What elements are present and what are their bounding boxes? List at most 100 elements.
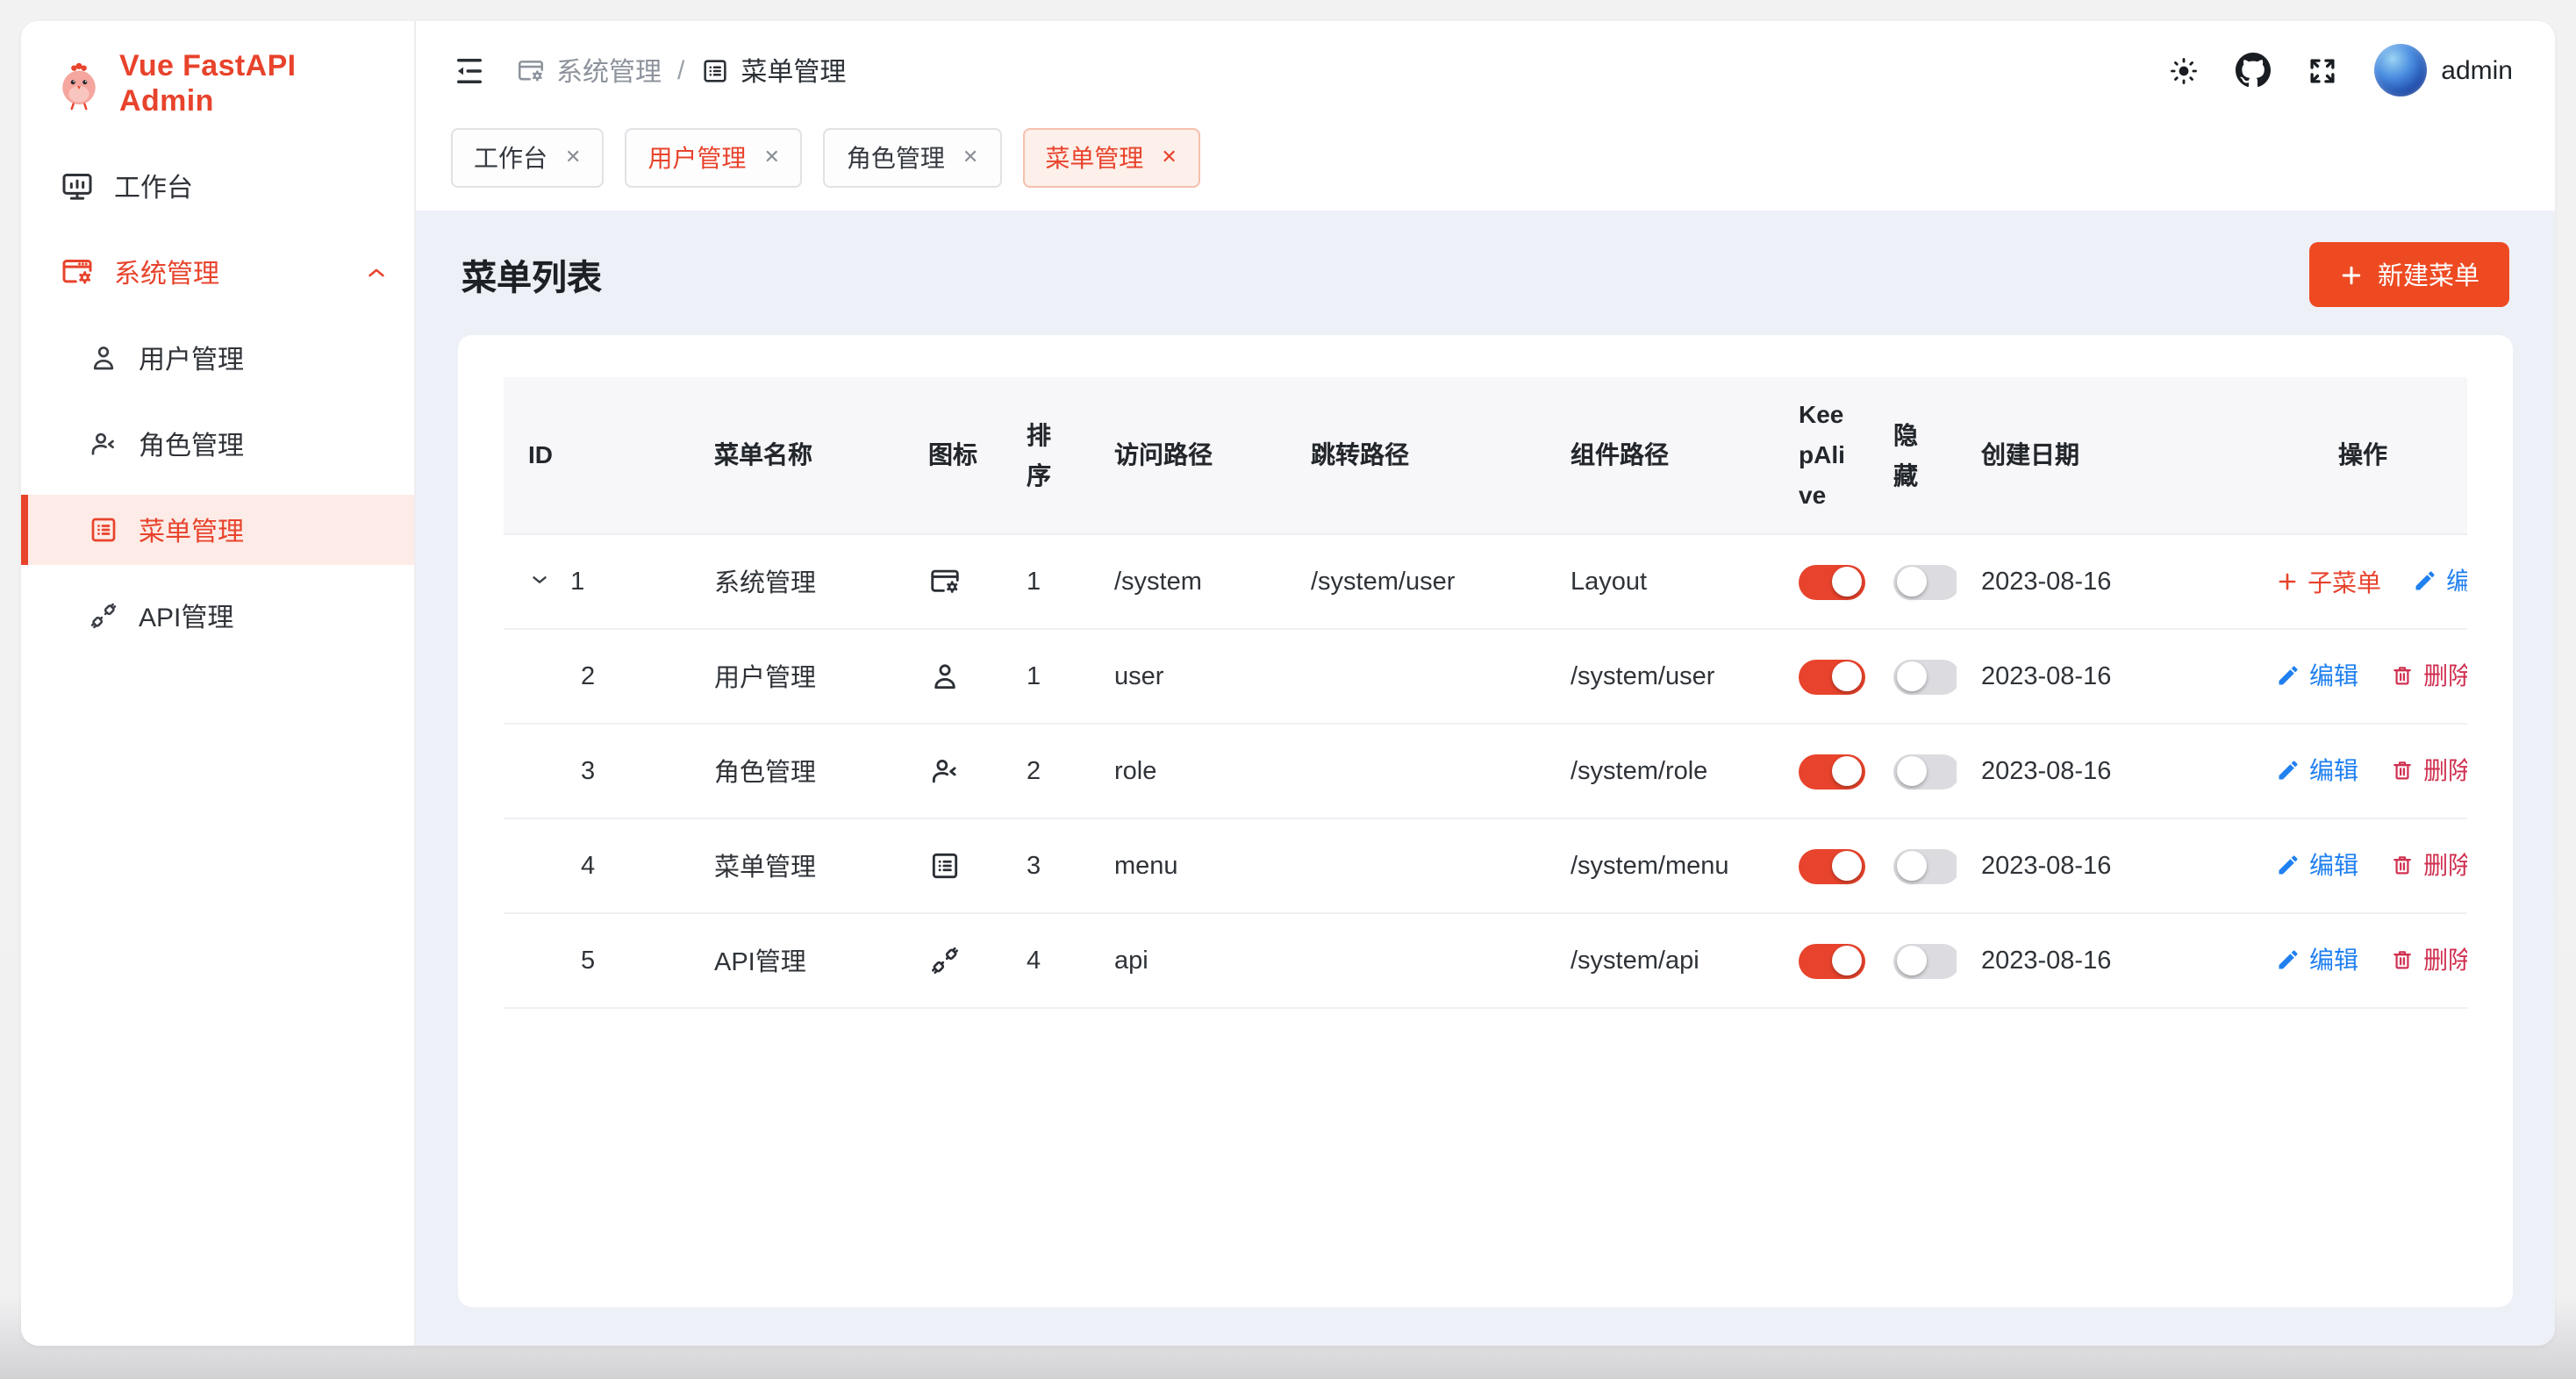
tab-workbench[interactable]: 工作台 ✕: [451, 128, 604, 188]
keepalive-toggle[interactable]: [1799, 848, 1865, 883]
role-icon: [88, 428, 119, 460]
api-plug-icon: [88, 600, 119, 632]
page-background: Vue FastAPI Admin 工作台: [0, 0, 2576, 1379]
tab-label: 角色管理: [847, 140, 945, 175]
trash-icon: [2390, 758, 2415, 782]
content-header: 菜单列表 新建菜单: [458, 242, 2513, 307]
breadcrumb: 系统管理 / 菜单管理: [516, 52, 846, 89]
hidden-toggle[interactable]: [1893, 754, 1957, 789]
cell-path: /system: [1090, 534, 1286, 629]
delete-button[interactable]: 删除: [2390, 753, 2467, 788]
tab-users[interactable]: 用户管理 ✕: [625, 128, 802, 188]
brand[interactable]: Vue FastAPI Admin: [21, 21, 414, 133]
table-row: 3 角色管理: [504, 724, 2467, 818]
tab-menus[interactable]: 菜单管理 ✕: [1022, 128, 1199, 188]
user-menu[interactable]: admin: [2374, 44, 2513, 96]
hidden-toggle[interactable]: [1893, 943, 1957, 978]
cell-name: 用户管理: [690, 629, 904, 724]
col-actions: 操作: [2251, 377, 2467, 534]
keepalive-toggle[interactable]: [1799, 659, 1865, 694]
delete-button[interactable]: 删除: [2390, 847, 2467, 882]
chick-logo-icon: [53, 58, 105, 111]
cell-component: /system/user: [1546, 629, 1774, 724]
col-created: 创建日期: [1957, 377, 2251, 534]
col-id: ID: [504, 377, 690, 534]
menu-list-icon: [700, 55, 730, 85]
cell-name: API管理: [690, 913, 904, 1008]
sidebar-item-users[interactable]: 用户管理: [21, 323, 414, 393]
system-settings-icon: [516, 55, 546, 85]
sidebar-item-label: API管理: [139, 597, 233, 634]
cell-order: 1: [1002, 629, 1090, 724]
sidebar-item-label: 系统管理: [114, 254, 219, 290]
cell-component: Layout: [1546, 534, 1774, 629]
cell-order: 3: [1002, 818, 1090, 913]
breadcrumb-menus[interactable]: 菜单管理: [700, 52, 846, 89]
theme-sun-icon[interactable]: [2167, 54, 2200, 87]
cell-name: 系统管理: [690, 534, 904, 629]
github-icon[interactable]: [2236, 53, 2271, 88]
close-icon[interactable]: ✕: [962, 148, 978, 168]
cell-id: 2: [581, 662, 595, 690]
breadcrumb-label: 菜单管理: [741, 52, 846, 89]
table-row: 2 用户管理 1: [504, 629, 2467, 724]
trash-icon: [2390, 947, 2415, 972]
sidebar-item-roles[interactable]: 角色管理: [21, 409, 414, 479]
edit-button[interactable]: 编辑: [2276, 942, 2358, 977]
table-card: ID 菜单名称 图标 排序 访问路径 跳转路径 组件路径 KeepAlive 隐…: [458, 335, 2513, 1307]
table-row: 4 菜单管理: [504, 818, 2467, 913]
new-menu-button[interactable]: 新建菜单: [2309, 242, 2509, 307]
sidebar-item-menus[interactable]: 菜单管理: [21, 495, 414, 565]
cell-id: 3: [581, 757, 595, 785]
hidden-toggle[interactable]: [1893, 848, 1957, 883]
brand-title: Vue FastAPI Admin: [119, 49, 397, 119]
sidebar-collapse-icon[interactable]: [451, 52, 488, 89]
col-icon: 图标: [904, 377, 1002, 534]
keepalive-toggle[interactable]: [1799, 943, 1865, 978]
edit-button[interactable]: 编辑: [2276, 847, 2358, 882]
cell-order: 4: [1002, 913, 1090, 1008]
trash-icon: [2390, 663, 2415, 688]
workbench-icon: [60, 168, 95, 204]
chevron-up-icon: [363, 259, 390, 285]
delete-button[interactable]: 删除: [2390, 942, 2467, 977]
avatar: [2374, 44, 2427, 96]
fullscreen-icon[interactable]: [2306, 54, 2339, 87]
sidebar-item-workbench[interactable]: 工作台: [21, 151, 414, 221]
delete-button[interactable]: 删除: [2390, 658, 2467, 693]
breadcrumb-system[interactable]: 系统管理: [516, 52, 662, 89]
tab-label: 工作台: [474, 140, 547, 175]
cell-id: 5: [581, 947, 595, 975]
hidden-toggle[interactable]: [1893, 564, 1957, 599]
role-icon: [928, 754, 984, 788]
app-window: Vue FastAPI Admin 工作台: [21, 21, 2555, 1346]
keepalive-toggle[interactable]: [1799, 754, 1865, 789]
hidden-toggle[interactable]: [1893, 659, 1957, 694]
sidebar-item-label: 菜单管理: [139, 511, 244, 548]
api-plug-icon: [928, 944, 984, 977]
keepalive-toggle[interactable]: [1799, 564, 1865, 599]
add-submenu-button[interactable]: 子菜单: [2276, 564, 2381, 599]
sidebar: Vue FastAPI Admin 工作台: [21, 21, 416, 1346]
cell-redirect: [1286, 724, 1546, 818]
tab-roles[interactable]: 角色管理 ✕: [824, 128, 1001, 188]
close-icon[interactable]: ✕: [1161, 148, 1177, 168]
sidebar-item-label: 角色管理: [139, 425, 244, 462]
close-icon[interactable]: ✕: [763, 148, 779, 168]
breadcrumb-separator: /: [677, 55, 684, 85]
close-icon[interactable]: ✕: [565, 148, 581, 168]
menu-table: ID 菜单名称 图标 排序 访问路径 跳转路径 组件路径 KeepAlive 隐…: [504, 377, 2467, 1009]
col-order: 排序: [1002, 377, 1090, 534]
edit-button[interactable]: 编辑: [2276, 753, 2358, 788]
edit-button[interactable]: 编辑: [2276, 658, 2358, 693]
sidebar-item-system[interactable]: 系统管理: [21, 237, 414, 307]
col-path: 访问路径: [1090, 377, 1286, 534]
sidebar-item-api[interactable]: API管理: [21, 581, 414, 651]
edit-button[interactable]: 编辑: [2413, 563, 2467, 598]
chevron-down-icon[interactable]: [528, 568, 551, 590]
sidebar-menu: 工作台 系统管理: [21, 151, 414, 651]
pencil-icon: [2276, 947, 2301, 972]
cell-component: /system/api: [1546, 913, 1774, 1008]
cell-order: 1: [1002, 534, 1090, 629]
table-row: 1 系统管理: [504, 534, 2467, 629]
